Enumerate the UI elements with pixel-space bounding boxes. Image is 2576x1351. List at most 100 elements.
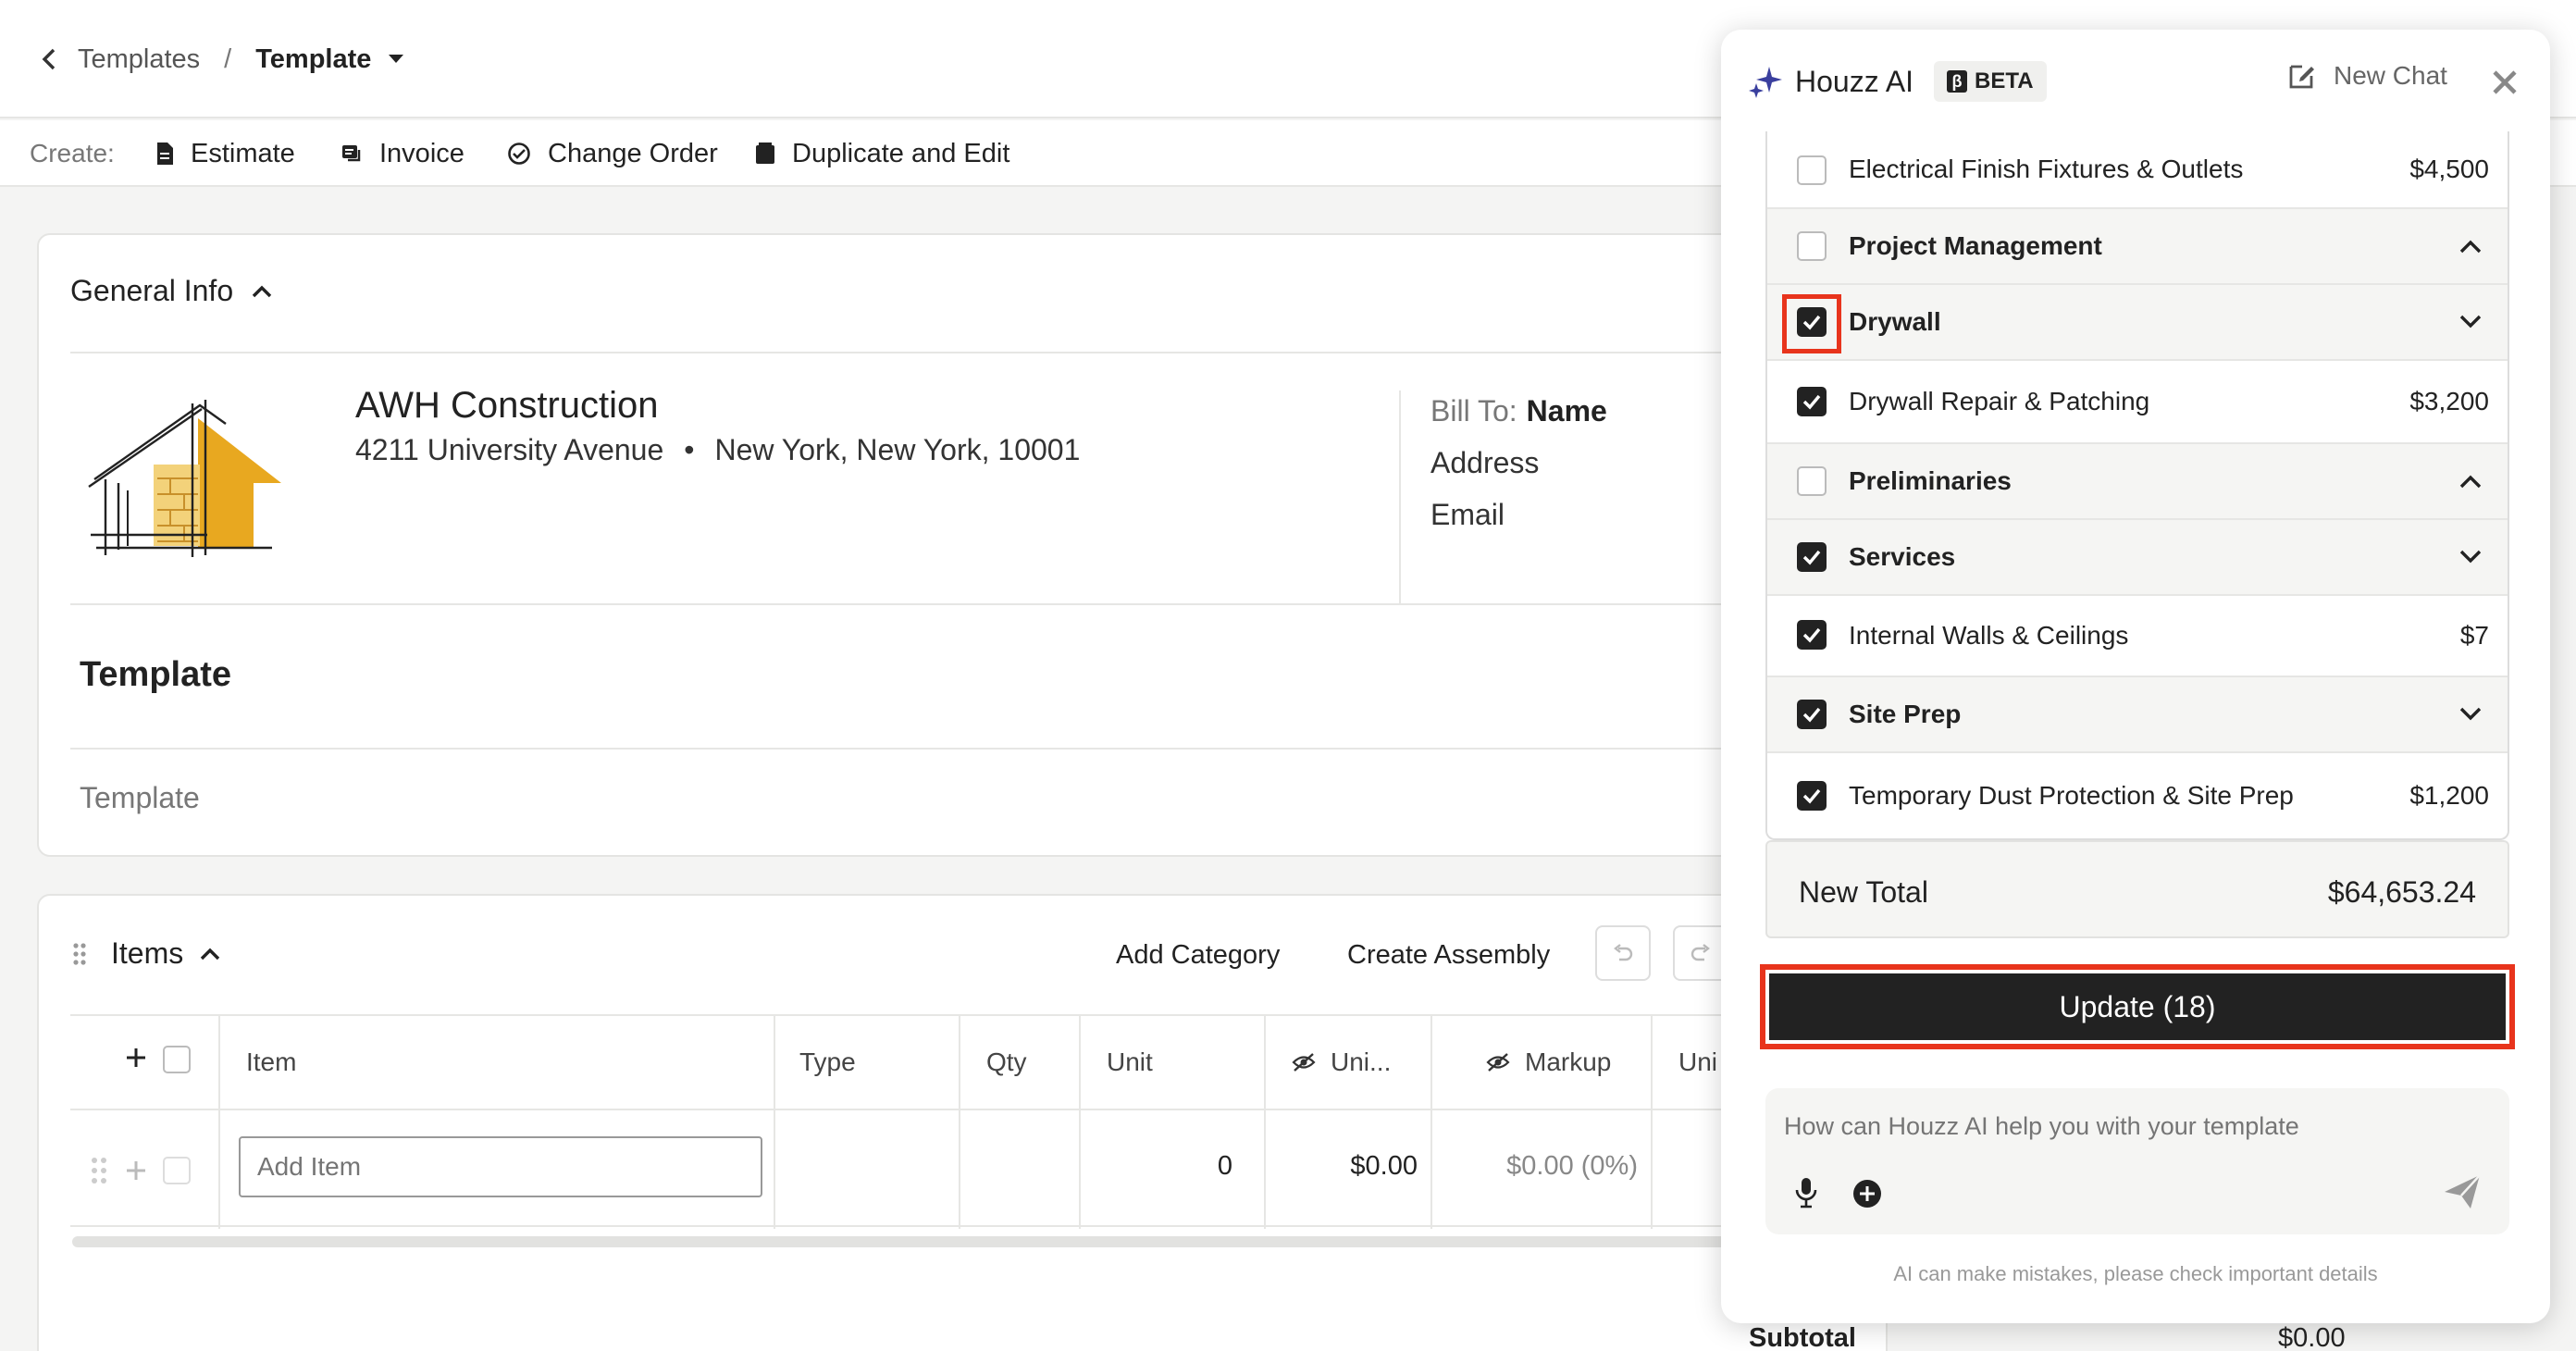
list-category[interactable]: Preliminaries [1767, 444, 2508, 520]
template-title[interactable]: Template [80, 655, 231, 695]
add-category-button[interactable]: Add Category [1116, 940, 1280, 971]
item-checkbox[interactable] [1797, 781, 1827, 811]
chevron-up-icon[interactable] [2459, 474, 2482, 489]
category-checkbox[interactable] [1797, 542, 1827, 572]
column-header-unit-price[interactable]: Uni [1678, 1016, 1717, 1109]
list-item-label: Temporary Dust Protection & Site Prep [1849, 781, 2294, 810]
column-header-markup[interactable]: Markup [1486, 1016, 1611, 1109]
category-label: Project Management [1849, 231, 2102, 260]
list-category[interactable]: Drywall [1767, 285, 2508, 361]
address-street: 4211 University Avenue [355, 433, 664, 466]
general-info-title: General Info [70, 274, 234, 307]
list-item-amount: $3,200 [2409, 387, 2489, 415]
ai-input-box[interactable] [1765, 1088, 2509, 1234]
chevron-down-icon[interactable] [2459, 315, 2482, 329]
microphone-icon[interactable] [1795, 1177, 1817, 1208]
list-item-amount: $1,200 [2409, 781, 2489, 810]
row-unit-cost[interactable]: $0.00 [1269, 1151, 1418, 1182]
list-item-amount: $4,500 [2409, 155, 2489, 183]
select-all-checkbox[interactable] [163, 1046, 191, 1073]
ai-suggestion-list: Electrical Finish Fixtures & Outlets $4,… [1765, 131, 2509, 840]
back-chevron-icon[interactable] [41, 47, 57, 71]
divider [1399, 390, 1401, 605]
add-item-input[interactable] [239, 1136, 762, 1197]
divider [70, 748, 1889, 750]
new-chat-icon [2287, 61, 2317, 91]
add-row-plus-icon[interactable] [126, 1047, 146, 1068]
add-subitem-plus-icon[interactable] [126, 1160, 146, 1181]
create-estimate-label: Estimate [191, 138, 295, 168]
list-category[interactable]: Project Management [1767, 209, 2508, 285]
drag-handle-icon[interactable] [91, 1157, 107, 1184]
create-change-order-button[interactable]: Change Order [507, 133, 718, 174]
send-icon[interactable] [2443, 1173, 2482, 1210]
close-icon[interactable] [2491, 68, 2519, 96]
item-checkbox[interactable] [1797, 387, 1827, 416]
new-total-label: New Total [1799, 875, 1928, 909]
bill-to-name[interactable]: Name [1527, 394, 1607, 428]
list-category[interactable]: Site Prep [1767, 677, 2508, 753]
row-checkbox[interactable] [163, 1157, 191, 1184]
category-checkbox[interactable] [1797, 466, 1827, 496]
bill-to-address[interactable]: Address [1430, 446, 1539, 480]
chevron-up-icon[interactable] [252, 285, 272, 298]
chevron-down-icon[interactable] [2459, 550, 2482, 564]
row-qty[interactable]: 0 [1084, 1151, 1232, 1182]
column-header-unit[interactable]: Unit [1107, 1016, 1153, 1109]
general-info-header[interactable]: General Info [70, 274, 272, 308]
caret-down-icon[interactable] [388, 54, 404, 65]
create-invoice-button[interactable]: Invoice [341, 133, 464, 174]
items-header[interactable]: Items [111, 936, 220, 971]
horizontal-scrollbar[interactable] [72, 1236, 1889, 1247]
company-logo [87, 390, 281, 557]
undo-icon [1612, 943, 1634, 963]
bill-to-email[interactable]: Email [1430, 498, 1505, 532]
category-checkbox[interactable] [1797, 700, 1827, 729]
list-item[interactable]: Drywall Repair & Patching $3,200 [1767, 361, 2508, 444]
duplicate-icon [755, 143, 792, 165]
ai-chat-input[interactable] [1784, 1101, 2487, 1151]
list-item-label: Drywall Repair & Patching [1849, 387, 2150, 415]
new-total-value: $64,653.24 [2327, 875, 2476, 909]
list-item[interactable]: Electrical Finish Fixtures & Outlets $4,… [1767, 131, 2508, 209]
create-change-order-label: Change Order [548, 138, 718, 168]
divider [70, 352, 1889, 353]
template-subtitle[interactable]: Template [80, 781, 200, 815]
chevron-down-icon[interactable] [2459, 707, 2482, 722]
category-checkbox[interactable] [1797, 231, 1827, 261]
items-table-header: Item Type Qty Unit Uni... Markup Uni [70, 1016, 1889, 1229]
column-header-type[interactable]: Type [799, 1016, 856, 1109]
add-attachment-icon[interactable] [1852, 1179, 1882, 1208]
breadcrumb-templates-link[interactable]: Templates [78, 44, 200, 75]
create-estimate-button[interactable]: Estimate [155, 133, 295, 174]
chevron-up-icon[interactable] [200, 948, 220, 961]
beta-badge: β BETA [1934, 61, 2047, 102]
drag-handle-icon[interactable] [72, 942, 87, 966]
column-header-item[interactable]: Item [246, 1016, 296, 1109]
document-icon [155, 142, 191, 166]
table-row: 0 $0.00 $0.00 (0%) [70, 1110, 1889, 1229]
undo-button[interactable] [1595, 925, 1651, 981]
list-item[interactable]: Internal Walls & Ceilings $7 [1767, 596, 2508, 677]
eye-off-icon[interactable] [1292, 1052, 1316, 1072]
invoice-icon [341, 143, 379, 165]
column-header-qty[interactable]: Qty [986, 1016, 1027, 1109]
row-markup[interactable]: $0.00 (0%) [1436, 1151, 1638, 1182]
chevron-up-icon[interactable] [2459, 239, 2482, 254]
item-checkbox[interactable] [1797, 155, 1827, 185]
breadcrumb-separator: / [224, 43, 232, 74]
create-assembly-button[interactable]: Create Assembly [1347, 940, 1550, 971]
column-header-unit-cost-label: Uni... [1331, 1047, 1392, 1076]
redo-button[interactable] [1673, 925, 1728, 981]
update-button[interactable]: Update (18) [1769, 973, 2506, 1040]
new-chat-button[interactable]: New Chat [2287, 61, 2447, 91]
list-category[interactable]: Services [1767, 520, 2508, 596]
duplicate-and-edit-button[interactable]: Duplicate and Edit [755, 133, 1009, 174]
breadcrumb-current[interactable]: Template [255, 44, 371, 75]
item-checkbox[interactable] [1797, 620, 1827, 650]
column-header-unit-cost[interactable]: Uni... [1292, 1016, 1391, 1109]
list-item[interactable]: Temporary Dust Protection & Site Prep $1… [1767, 753, 2508, 838]
category-checkbox[interactable] [1797, 307, 1827, 337]
address-city: New York, New York, 10001 [714, 433, 1081, 466]
eye-off-icon[interactable] [1486, 1052, 1510, 1072]
